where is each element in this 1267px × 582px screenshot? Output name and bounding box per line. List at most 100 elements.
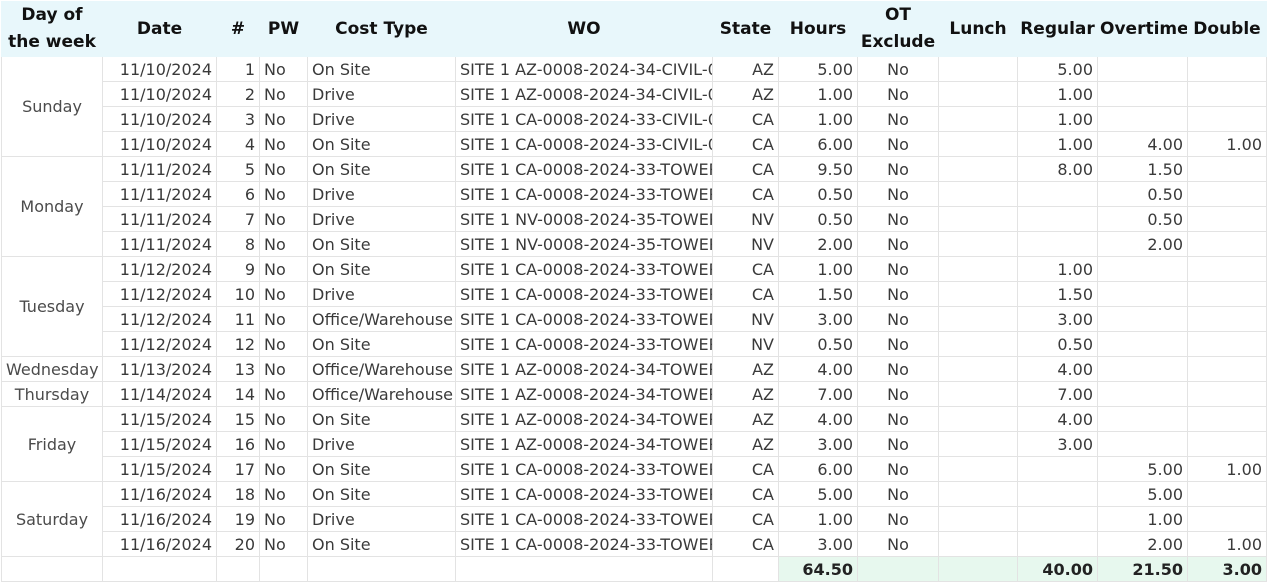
cell-date[interactable]: 11/12/2024 (102, 281, 217, 307)
cell-regular[interactable]: 0.50 (1017, 331, 1098, 357)
cell-wo[interactable]: SITE 1 CA-0008-2024-33-TOWER- (455, 306, 713, 332)
header-double[interactable]: Double (1187, 1, 1267, 57)
cell-wo[interactable]: SITE 1 CA-0008-2024-33-TOWER- (455, 331, 713, 357)
cell-ot-exclude[interactable]: No (857, 231, 939, 257)
cell-regular[interactable] (1017, 206, 1098, 232)
cell-pw[interactable]: No (259, 506, 308, 532)
cell-cost-type[interactable]: Drive (307, 281, 456, 307)
total-cell-blank[interactable] (712, 556, 779, 582)
cell-wo[interactable]: SITE 1 NV-0008-2024-35-TOWER- (455, 231, 713, 257)
cell-double[interactable] (1187, 56, 1267, 82)
cell-regular[interactable]: 1.00 (1017, 256, 1098, 282)
cell-lunch[interactable] (938, 456, 1018, 482)
header-regular[interactable]: Regular (1017, 1, 1098, 57)
cell-pw[interactable]: No (259, 356, 308, 382)
cell-double[interactable]: 1.00 (1187, 531, 1267, 557)
cell-num[interactable]: 16 (216, 431, 260, 457)
total-cell-blank[interactable] (857, 556, 939, 582)
cell-regular[interactable]: 7.00 (1017, 381, 1098, 407)
cell-hours[interactable]: 3.00 (778, 306, 858, 332)
cell-overtime[interactable]: 0.50 (1097, 181, 1188, 207)
cell-cost-type[interactable]: Drive (307, 81, 456, 107)
cell-double[interactable] (1187, 106, 1267, 132)
cell-date[interactable]: 11/10/2024 (102, 131, 217, 157)
cell-double[interactable] (1187, 231, 1267, 257)
cell-ot-exclude[interactable]: No (857, 281, 939, 307)
cell-num[interactable]: 18 (216, 481, 260, 507)
cell-overtime[interactable]: 1.00 (1097, 506, 1188, 532)
cell-hours[interactable]: 7.00 (778, 381, 858, 407)
cell-hours[interactable]: 1.00 (778, 106, 858, 132)
cell-state[interactable]: NV (712, 306, 779, 332)
cell-wo[interactable]: SITE 1 CA-0008-2024-33-TOWER- (455, 181, 713, 207)
total-regular[interactable]: 40.00 (1017, 556, 1098, 582)
cell-lunch[interactable] (938, 406, 1018, 432)
cell-double[interactable] (1187, 481, 1267, 507)
cell-date[interactable]: 11/12/2024 (102, 306, 217, 332)
cell-state[interactable]: CA (712, 131, 779, 157)
total-cell-blank[interactable] (259, 556, 308, 582)
cell-overtime[interactable] (1097, 431, 1188, 457)
cell-hours[interactable]: 3.00 (778, 531, 858, 557)
cell-overtime[interactable] (1097, 381, 1188, 407)
cell-date[interactable]: 11/15/2024 (102, 406, 217, 432)
cell-overtime[interactable] (1097, 306, 1188, 332)
cell-date[interactable]: 11/15/2024 (102, 456, 217, 482)
cell-date[interactable]: 11/16/2024 (102, 481, 217, 507)
cell-num[interactable]: 4 (216, 131, 260, 157)
cell-regular[interactable]: 1.00 (1017, 81, 1098, 107)
cell-state[interactable]: CA (712, 481, 779, 507)
cell-day[interactable]: Sunday (1, 56, 103, 157)
cell-cost-type[interactable]: On Site (307, 156, 456, 182)
cell-double[interactable] (1187, 306, 1267, 332)
cell-double[interactable] (1187, 431, 1267, 457)
cell-regular[interactable] (1017, 481, 1098, 507)
cell-regular[interactable]: 3.00 (1017, 431, 1098, 457)
cell-day[interactable]: Saturday (1, 481, 103, 557)
cell-pw[interactable]: No (259, 306, 308, 332)
cell-lunch[interactable] (938, 306, 1018, 332)
cell-overtime[interactable] (1097, 281, 1188, 307)
cell-cost-type[interactable]: On Site (307, 56, 456, 82)
cell-state[interactable]: NV (712, 331, 779, 357)
cell-date[interactable]: 11/11/2024 (102, 156, 217, 182)
cell-state[interactable]: NV (712, 231, 779, 257)
cell-date[interactable]: 11/16/2024 (102, 531, 217, 557)
cell-state[interactable]: CA (712, 156, 779, 182)
cell-regular[interactable]: 1.00 (1017, 131, 1098, 157)
cell-overtime[interactable] (1097, 356, 1188, 382)
cell-ot-exclude[interactable]: No (857, 81, 939, 107)
cell-double[interactable] (1187, 256, 1267, 282)
cell-wo[interactable]: SITE 1 AZ-0008-2024-34-TOWER- (455, 406, 713, 432)
cell-cost-type[interactable]: Drive (307, 106, 456, 132)
cell-wo[interactable]: SITE 1 AZ-0008-2024-34-TOWER- (455, 431, 713, 457)
cell-pw[interactable]: No (259, 381, 308, 407)
cell-cost-type[interactable]: Office/Warehouse (307, 306, 456, 332)
cell-state[interactable]: NV (712, 206, 779, 232)
cell-ot-exclude[interactable]: No (857, 256, 939, 282)
cell-state[interactable]: CA (712, 256, 779, 282)
cell-double[interactable] (1187, 156, 1267, 182)
cell-num[interactable]: 13 (216, 356, 260, 382)
cell-hours[interactable]: 4.00 (778, 356, 858, 382)
cell-lunch[interactable] (938, 531, 1018, 557)
cell-lunch[interactable] (938, 56, 1018, 82)
total-double[interactable]: 3.00 (1187, 556, 1267, 582)
cell-pw[interactable]: No (259, 331, 308, 357)
cell-regular[interactable] (1017, 181, 1098, 207)
cell-regular[interactable] (1017, 456, 1098, 482)
cell-overtime[interactable] (1097, 331, 1188, 357)
cell-wo[interactable]: SITE 1 AZ-0008-2024-34-CIVIL-00 (455, 56, 713, 82)
cell-double[interactable] (1187, 381, 1267, 407)
cell-overtime[interactable] (1097, 106, 1188, 132)
cell-hours[interactable]: 1.00 (778, 506, 858, 532)
cell-lunch[interactable] (938, 231, 1018, 257)
cell-pw[interactable]: No (259, 281, 308, 307)
cell-wo[interactable]: SITE 1 CA-0008-2024-33-CIVIL-00 (455, 106, 713, 132)
cell-overtime[interactable]: 5.00 (1097, 456, 1188, 482)
cell-cost-type[interactable]: On Site (307, 231, 456, 257)
cell-state[interactable]: CA (712, 531, 779, 557)
cell-hours[interactable]: 0.50 (778, 181, 858, 207)
cell-ot-exclude[interactable]: No (857, 531, 939, 557)
header-state[interactable]: State (712, 1, 779, 57)
